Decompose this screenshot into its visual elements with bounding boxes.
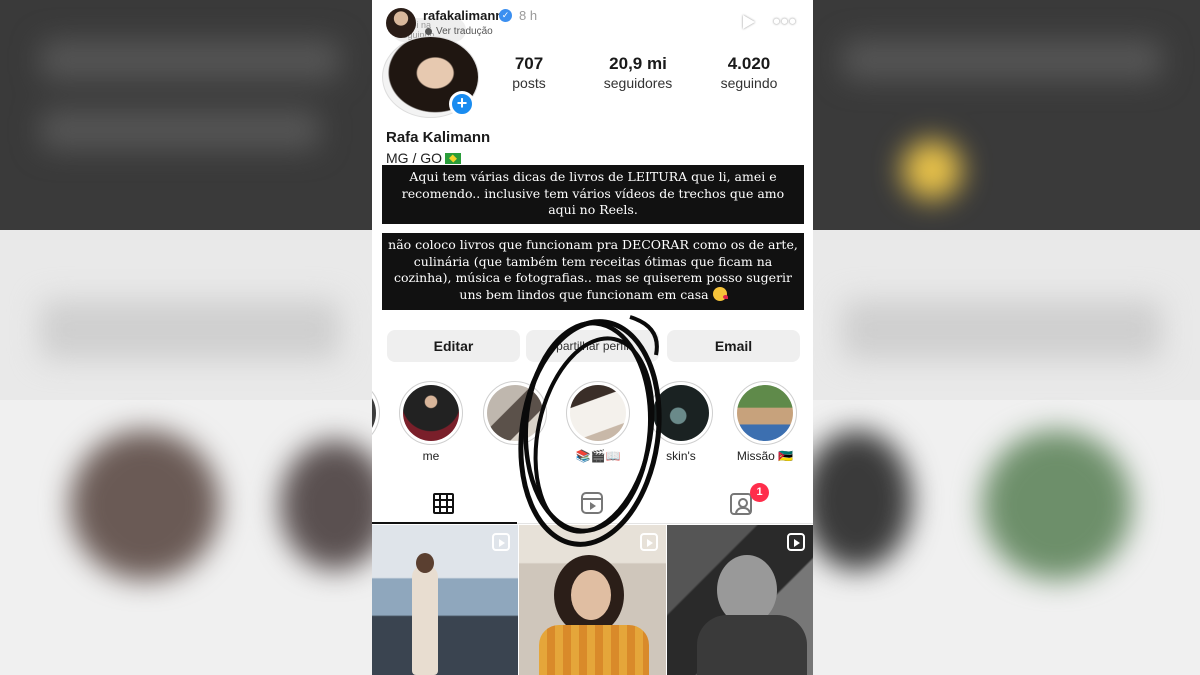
story-author-avatar[interactable] — [386, 8, 416, 38]
stat-following[interactable]: 4.020 seguindo — [694, 54, 804, 91]
tagged-notification-badge: 1 — [750, 483, 769, 502]
highlight-skins[interactable]: skin's — [648, 381, 714, 463]
post-thumbnail-3[interactable] — [667, 525, 813, 675]
play-icon[interactable] — [743, 15, 755, 29]
highlight-partial[interactable] — [372, 381, 380, 445]
story-caption-1: Aqui tem várias dicas de livros de LEITU… — [382, 165, 804, 224]
reels-tab-icon[interactable] — [581, 492, 603, 514]
reel-icon — [640, 533, 658, 551]
stat-posts[interactable]: 707 posts — [474, 54, 584, 91]
profile-name: Rafa Kalimann — [386, 129, 491, 146]
story-timestamp: 8 h — [519, 8, 538, 23]
story-progress-bar — [384, 4, 801, 6]
reel-icon — [492, 533, 510, 551]
story-username[interactable]: rafakalimann — [423, 8, 503, 23]
posts-grid-tab-icon[interactable] — [433, 493, 454, 514]
tagged-tab-icon[interactable] — [730, 493, 752, 515]
instagram-story-screen: Amei na seguindo rafakalimann ✓ 8 h Ver … — [372, 0, 813, 675]
edit-profile-button[interactable]: Editar — [387, 330, 520, 362]
highlight-missao[interactable]: Missão 🇲🇿 — [732, 381, 798, 463]
story-caption-2: não coloco livros que funcionam pra DECO… — [382, 233, 804, 310]
post-thumbnail-2[interactable] — [519, 525, 666, 675]
translate-icon — [425, 27, 432, 35]
reel-icon — [787, 533, 805, 551]
share-profile-button[interactable]: partilhar perfil — [526, 330, 659, 362]
verified-badge-icon: ✓ — [499, 9, 512, 22]
active-tab-indicator — [372, 522, 517, 524]
profile-location: MG / GO — [386, 150, 461, 166]
post-thumbnail-1[interactable] — [372, 525, 518, 675]
highlight-me[interactable]: me — [398, 381, 464, 463]
stat-followers[interactable]: 20,9 mi seguidores — [583, 54, 693, 91]
kiss-emoji-icon — [712, 286, 728, 301]
more-options-icon[interactable]: ••• — [773, 12, 797, 32]
add-story-icon[interactable]: + — [449, 91, 475, 117]
brazil-flag-icon — [445, 153, 461, 164]
highlight-2[interactable] — [482, 381, 548, 449]
highlight-books[interactable]: 📚🎬📖 — [565, 381, 631, 463]
email-button[interactable]: Email — [667, 330, 800, 362]
